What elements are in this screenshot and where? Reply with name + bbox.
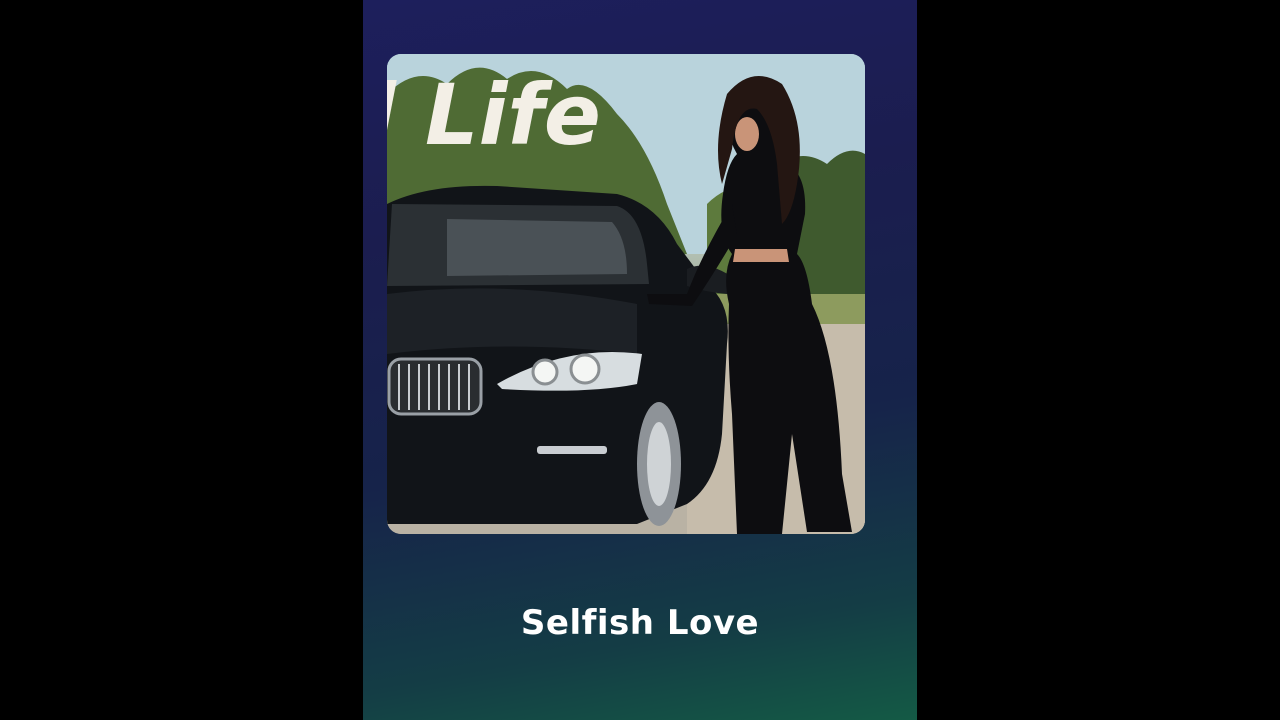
song-title: Selfish Love: [520, 603, 760, 643]
video-frame: l Life Selfish Love: [0, 0, 1280, 720]
cover-title-text: l Life: [387, 66, 601, 164]
album-cover-artwork: l Life: [387, 54, 865, 534]
music-player-panel: l Life Selfish Love: [363, 0, 917, 720]
album-cover[interactable]: l Life: [387, 54, 865, 534]
